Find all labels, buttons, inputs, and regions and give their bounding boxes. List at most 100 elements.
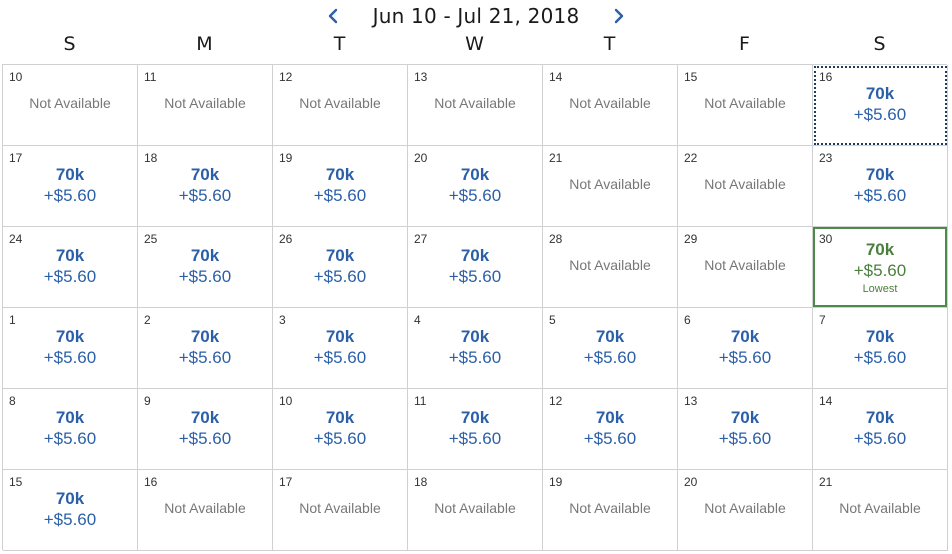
not-available-label: Not Available <box>164 95 246 111</box>
miles-amount: 70k <box>865 240 895 259</box>
day-number: 1 <box>9 313 16 327</box>
day-number: 20 <box>684 475 698 489</box>
not-available-label: Not Available <box>569 95 651 111</box>
day-number: 16 <box>819 70 833 84</box>
day-number: 21 <box>819 475 833 489</box>
calendar-day-cell[interactable]: 9 70k +$5.60 <box>138 389 273 470</box>
calendar-day-cell: 19 Not Available <box>543 470 678 551</box>
calendar-day-cell[interactable]: 4 70k +$5.60 <box>408 308 543 389</box>
award-price: 70k +$5.60 <box>273 245 407 287</box>
fee-amount: +$5.60 <box>448 429 502 448</box>
day-number: 11 <box>414 394 427 408</box>
weekday-label: T <box>333 33 346 55</box>
calendar-day-cell[interactable]: 17 70k +$5.60 <box>3 146 138 227</box>
day-number: 17 <box>279 475 293 489</box>
calendar-day-cell-selected[interactable]: 16 70k +$5.60 <box>813 65 948 146</box>
calendar-day-cell[interactable]: 8 70k +$5.60 <box>3 389 138 470</box>
calendar-day-cell: 18 Not Available <box>408 470 543 551</box>
day-number: 21 <box>549 151 563 165</box>
calendar-day-cell[interactable]: 25 70k +$5.60 <box>138 227 273 308</box>
miles-amount: 70k <box>865 408 895 427</box>
calendar-day-cell[interactable]: 15 70k +$5.60 <box>3 470 138 551</box>
not-available-label: Not Available <box>299 500 381 516</box>
calendar-day-cell: 22 Not Available <box>678 146 813 227</box>
day-number: 18 <box>144 151 158 165</box>
day-number: 12 <box>549 394 563 408</box>
award-price: 70k +$5.60 <box>543 326 677 368</box>
fee-amount: +$5.60 <box>853 429 907 448</box>
day-number: 17 <box>9 151 23 165</box>
calendar-day-cell[interactable]: 7 70k +$5.60 <box>813 308 948 389</box>
calendar-day-cell: 16 Not Available <box>138 470 273 551</box>
day-number: 12 <box>279 70 293 84</box>
miles-amount: 70k <box>190 246 220 265</box>
fee-amount: +$5.60 <box>853 261 907 280</box>
day-number: 5 <box>549 313 556 327</box>
miles-amount: 70k <box>460 165 490 184</box>
fee-amount: +$5.60 <box>178 267 232 286</box>
fee-amount: +$5.60 <box>313 186 367 205</box>
miles-amount: 70k <box>325 165 355 184</box>
fee-amount: +$5.60 <box>178 348 232 367</box>
miles-amount: 70k <box>460 327 490 346</box>
day-number: 11 <box>144 70 157 84</box>
miles-amount: 70k <box>460 408 490 427</box>
miles-amount: 70k <box>190 327 220 346</box>
day-number: 24 <box>9 232 23 246</box>
miles-amount: 70k <box>55 246 85 265</box>
next-range-button[interactable] <box>607 4 631 28</box>
calendar-day-cell[interactable]: 14 70k +$5.60 <box>813 389 948 470</box>
calendar-day-cell[interactable]: 11 70k +$5.60 <box>408 389 543 470</box>
calendar-day-cell[interactable]: 19 70k +$5.60 <box>273 146 408 227</box>
day-number: 19 <box>279 151 293 165</box>
fee-amount: +$5.60 <box>853 105 907 124</box>
calendar-day-cell[interactable]: 5 70k +$5.60 <box>543 308 678 389</box>
calendar-day-cell[interactable]: 24 70k +$5.60 <box>3 227 138 308</box>
calendar-day-cell[interactable]: 18 70k +$5.60 <box>138 146 273 227</box>
miles-amount: 70k <box>190 408 220 427</box>
not-available-label: Not Available <box>569 257 651 273</box>
weekday-label: S <box>63 33 76 55</box>
fee-amount: +$5.60 <box>853 186 907 205</box>
calendar-day-cell[interactable]: 23 70k +$5.60 <box>813 146 948 227</box>
fee-amount: +$5.60 <box>448 186 502 205</box>
fee-amount: +$5.60 <box>178 186 232 205</box>
calendar-day-cell[interactable]: 2 70k +$5.60 <box>138 308 273 389</box>
not-available-label: Not Available <box>434 95 516 111</box>
chevron-left-icon <box>328 8 337 24</box>
calendar-day-cell: 10 Not Available <box>3 65 138 146</box>
award-price: 70k +$5.60 <box>813 326 947 368</box>
award-price: 70k +$5.60 <box>813 164 947 206</box>
day-number: 28 <box>549 232 563 246</box>
day-number: 15 <box>684 70 698 84</box>
calendar-day-cell[interactable]: 26 70k +$5.60 <box>273 227 408 308</box>
calendar-day-cell[interactable]: 12 70k +$5.60 <box>543 389 678 470</box>
day-number: 6 <box>684 313 691 327</box>
day-number: 25 <box>144 232 158 246</box>
award-price: 70k +$5.60 <box>3 245 137 287</box>
day-number: 16 <box>144 475 158 489</box>
prev-range-button[interactable] <box>321 4 345 28</box>
miles-amount: 70k <box>595 408 625 427</box>
calendar-day-cell-lowest[interactable]: 30 70k +$5.60 Lowest <box>813 227 948 308</box>
fee-amount: +$5.60 <box>313 348 367 367</box>
calendar-day-cell[interactable]: 27 70k +$5.60 <box>408 227 543 308</box>
fee-amount: +$5.60 <box>583 348 637 367</box>
fee-amount: +$5.60 <box>43 267 97 286</box>
calendar-day-cell[interactable]: 20 70k +$5.60 <box>408 146 543 227</box>
calendar-day-cell: 17 Not Available <box>273 470 408 551</box>
calendar-day-cell[interactable]: 3 70k +$5.60 <box>273 308 408 389</box>
not-available-label: Not Available <box>839 500 921 516</box>
award-price: 70k +$5.60 <box>3 326 137 368</box>
not-available-label: Not Available <box>569 176 651 192</box>
calendar-day-cell[interactable]: 1 70k +$5.60 <box>3 308 138 389</box>
award-price: 70k +$5.60 <box>408 407 542 449</box>
calendar-day-cell[interactable]: 6 70k +$5.60 <box>678 308 813 389</box>
award-price: 70k +$5.60 <box>138 164 272 206</box>
not-available-label: Not Available <box>704 257 786 273</box>
calendar-day-cell: 13 Not Available <box>408 65 543 146</box>
calendar-day-cell[interactable]: 10 70k +$5.60 <box>273 389 408 470</box>
award-price: 70k +$5.60 <box>408 326 542 368</box>
calendar-day-cell[interactable]: 13 70k +$5.60 <box>678 389 813 470</box>
fee-amount: +$5.60 <box>43 348 97 367</box>
